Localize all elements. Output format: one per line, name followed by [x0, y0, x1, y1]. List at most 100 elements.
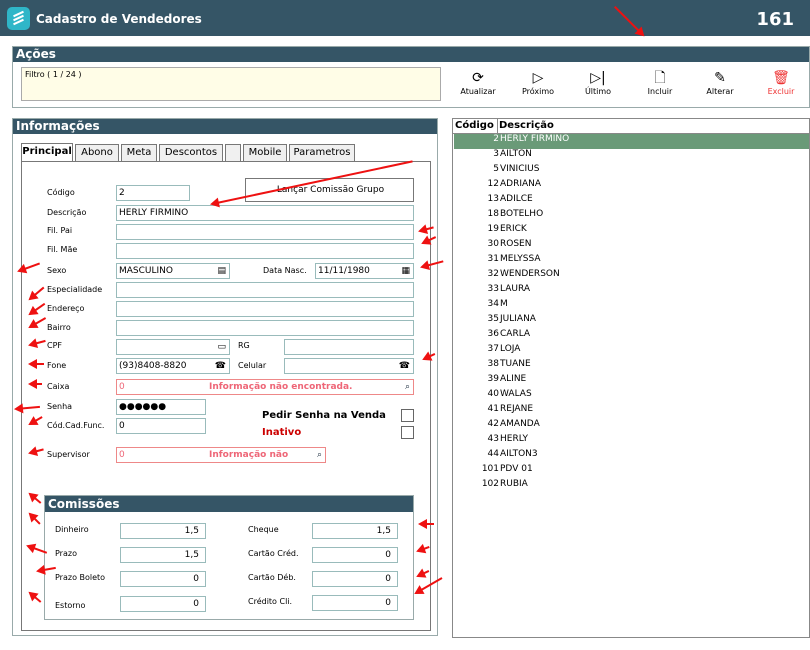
table-row[interactable]: 35 JULIANA [454, 314, 809, 329]
table-row[interactable]: 37 LOJA [454, 344, 809, 359]
table-row[interactable]: 30 ROSEN [454, 239, 809, 254]
pedir-senha-label: Pedir Senha na Venda [262, 410, 386, 421]
phone-icon[interactable]: ☎ [215, 359, 226, 373]
clipboard-icon[interactable]: ▤ [217, 264, 226, 278]
row-codigo: 30 [487, 239, 499, 249]
row-descricao: HERLY [500, 434, 529, 444]
table-row[interactable]: 33 LAURA [454, 284, 809, 299]
row-descricao: ERICK [500, 224, 527, 234]
table-row[interactable]: 32 WENDERSON [454, 269, 809, 284]
cpf-field[interactable]: ▭ [116, 339, 230, 355]
table-row[interactable]: 34 M [454, 299, 809, 314]
especialidade-label: Especialidade [47, 285, 103, 294]
credito-cli-field[interactable]: 0 [312, 595, 398, 611]
tab-blank[interactable] [225, 144, 241, 161]
data-nasc-field[interactable]: 11/11/1980 ▦ [315, 263, 414, 279]
inativo-checkbox[interactable] [401, 426, 414, 439]
cpf-label: CPF [47, 341, 63, 350]
table-row[interactable]: 18 BOTELHO [454, 209, 809, 224]
table-row[interactable]: 43 HERLY [454, 434, 809, 449]
table-row[interactable]: 13 ADILCE [454, 194, 809, 209]
row-codigo: 41 [487, 404, 499, 414]
cartao-cred-field[interactable]: 0 [312, 547, 398, 563]
table-row[interactable]: 12 ADRIANA [454, 179, 809, 194]
last-button[interactable]: ▷| Último [573, 69, 623, 96]
table-row[interactable]: 31 MELYSSA [454, 254, 809, 269]
cod-cad-func-label: Cód.Cad.Func. [47, 421, 105, 430]
trash-icon: 🗑 [772, 70, 790, 86]
descricao-field[interactable]: HERLY FIRMINO [116, 205, 414, 221]
rg-label: RG [238, 341, 250, 350]
refresh-button[interactable]: ⟳ Atualizar [453, 69, 503, 96]
celular-field[interactable]: ☎ [284, 358, 414, 374]
cartao-deb-field[interactable]: 0 [312, 571, 398, 587]
incluir-button[interactable]: 🗋 Incluir [635, 69, 685, 96]
id-card-icon[interactable]: ▭ [217, 340, 226, 354]
table-row[interactable]: 102 RUBIA [454, 479, 809, 494]
celular-label: Celular [238, 361, 267, 370]
tab-mobile[interactable]: Mobile [243, 144, 287, 161]
search-icon[interactable]: ⌕ [405, 380, 410, 394]
row-codigo: 31 [487, 254, 499, 264]
table-row[interactable]: 19 ERICK [454, 224, 809, 239]
rg-field[interactable] [284, 339, 414, 355]
row-descricao: M [500, 299, 508, 309]
cod-cad-func-field[interactable]: 0 [116, 418, 206, 434]
info-panel: Informações Principal Abono Meta Descont… [12, 118, 438, 636]
table-row[interactable]: 39 ALINE [454, 374, 809, 389]
tab-principal[interactable]: Principal [21, 143, 73, 162]
supervisor-field[interactable]: 0 Informação não ⌕ [116, 447, 326, 463]
table-row[interactable]: 36 CARLA [454, 329, 809, 344]
estorno-label: Estorno [55, 601, 86, 610]
tab-content-principal: Código 2 Lançar Comissão Grupo Descrição… [21, 161, 431, 631]
table-row[interactable]: 101 PDV 01 [454, 464, 809, 479]
sexo-select[interactable]: MASCULINO ▤ [116, 263, 230, 279]
table-row[interactable]: 40 WALAS [454, 389, 809, 404]
caixa-field[interactable]: 0 Informação não encontrada. ⌕ [116, 379, 414, 395]
dinheiro-field[interactable]: 1,5 [120, 523, 206, 539]
pedir-senha-checkbox[interactable] [401, 409, 414, 422]
codigo-field[interactable]: 2 [116, 185, 190, 201]
table-row[interactable]: 2 HERLY FIRMINO [454, 134, 809, 149]
bairro-field[interactable] [116, 320, 414, 336]
refresh-icon: ⟳ [472, 70, 484, 86]
senha-field[interactable]: ●●●●●● [116, 399, 206, 415]
row-descricao: TUANE [500, 359, 531, 369]
estorno-field[interactable]: 0 [120, 596, 206, 612]
table-row[interactable]: 42 AMANDA [454, 419, 809, 434]
row-descricao: PDV 01 [500, 464, 533, 474]
tab-meta[interactable]: Meta [121, 144, 157, 161]
red-arrow-annotation [28, 379, 42, 389]
supervisor-label: Supervisor [47, 450, 90, 459]
next-button[interactable]: ▷ Próximo [513, 69, 563, 96]
filter-box[interactable]: Filtro ( 1 / 24 ) [21, 67, 441, 101]
fone-field[interactable]: (93)8408-8820 ☎ [116, 358, 230, 374]
tab-abono[interactable]: Abono [75, 144, 119, 161]
row-codigo: 38 [487, 359, 499, 369]
tab-parametros[interactable]: Parametros [289, 144, 355, 161]
calendar-icon[interactable]: ▦ [401, 264, 410, 278]
table-row[interactable]: 44 AILTON3 [454, 449, 809, 464]
fil-mae-field[interactable] [116, 243, 414, 259]
prazo-field[interactable]: 1,5 [120, 547, 206, 563]
especialidade-field[interactable] [116, 282, 414, 298]
edit-icon: ✎ [714, 70, 726, 86]
row-descricao: MELYSSA [500, 254, 541, 264]
phone-icon[interactable]: ☎ [399, 359, 410, 373]
prazo-boleto-field[interactable]: 0 [120, 571, 206, 587]
cheque-field[interactable]: 1,5 [312, 523, 398, 539]
table-row[interactable]: 3 AILTON [454, 149, 809, 164]
alterar-button[interactable]: ✎ Alterar [695, 69, 745, 96]
fil-pai-field[interactable] [116, 224, 414, 240]
table-row[interactable]: 5 VINICIUS [454, 164, 809, 179]
table-row[interactable]: 38 TUANE [454, 359, 809, 374]
prazo-label: Prazo [55, 549, 77, 558]
title-bar: Cadastro de Vendedores 161 [0, 0, 810, 36]
excluir-button[interactable]: 🗑 Excluir [756, 69, 806, 96]
tab-descontos[interactable]: Descontos [159, 144, 223, 161]
search-icon[interactable]: ⌕ [317, 448, 322, 462]
row-descricao: CARLA [500, 329, 531, 339]
row-descricao: AMANDA [500, 419, 540, 429]
table-row[interactable]: 41 REJANE [454, 404, 809, 419]
endereco-field[interactable] [116, 301, 414, 317]
